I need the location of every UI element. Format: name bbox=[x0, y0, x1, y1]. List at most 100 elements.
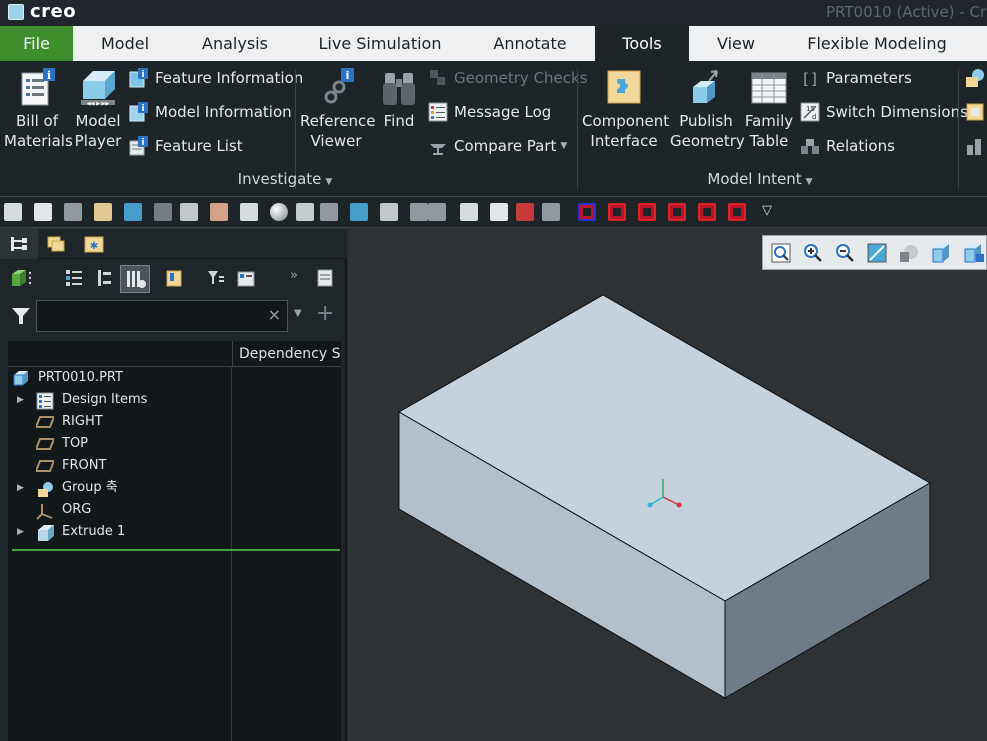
model-information-button[interactable]: i Model Information bbox=[129, 100, 292, 124]
measure-icon[interactable] bbox=[296, 203, 314, 221]
text-icon[interactable] bbox=[490, 203, 508, 221]
investigate-group-label[interactable]: Investigate ▼ bbox=[230, 170, 340, 188]
tab-tools[interactable]: Tools bbox=[595, 26, 689, 61]
part-model[interactable] bbox=[349, 229, 987, 741]
windows-icon[interactable] bbox=[180, 203, 198, 221]
tree-row[interactable]: RIGHT bbox=[8, 411, 232, 433]
reference-viewer-button[interactable]: i Reference Viewer bbox=[300, 61, 376, 151]
feature-list-button[interactable]: i Feature List bbox=[129, 134, 243, 158]
switch-dimensions-label: Switch Dimensions bbox=[826, 103, 968, 121]
tab-flexible-modeling[interactable]: Flexible Modeling bbox=[796, 26, 958, 61]
display-style-6-icon[interactable] bbox=[728, 203, 746, 221]
close-icon[interactable] bbox=[124, 203, 142, 221]
point-display-icon[interactable] bbox=[542, 203, 560, 221]
extra-tool-icon[interactable] bbox=[964, 101, 986, 123]
display-style-4-icon[interactable] bbox=[668, 203, 686, 221]
new-icon[interactable] bbox=[34, 203, 52, 221]
saved-views-icon[interactable] bbox=[428, 203, 446, 221]
favorites-tab[interactable]: ✱ bbox=[76, 229, 114, 259]
plane-icon[interactable] bbox=[410, 203, 428, 221]
tree-filters-icon[interactable] bbox=[206, 268, 226, 288]
curve-icon[interactable] bbox=[350, 203, 368, 221]
refit-icon[interactable] bbox=[771, 243, 791, 263]
clear-filter-icon[interactable]: × bbox=[268, 305, 281, 324]
tree-row[interactable]: ORG bbox=[8, 499, 232, 521]
tab-annotate[interactable]: Annotate bbox=[482, 26, 578, 61]
message-log-button[interactable]: Message Log bbox=[428, 100, 551, 124]
relations-button[interactable]: Relations bbox=[800, 134, 895, 158]
compare-part-button[interactable]: Compare Part ▼ bbox=[428, 134, 567, 158]
tree-columns-toggle[interactable] bbox=[120, 265, 150, 293]
display-style-2-icon[interactable] bbox=[608, 203, 626, 221]
appearance-icon[interactable] bbox=[270, 203, 288, 221]
zoom-out-icon[interactable] bbox=[835, 243, 855, 263]
redo-icon[interactable] bbox=[154, 203, 172, 221]
display-style-1-icon[interactable] bbox=[578, 203, 596, 221]
datum-display-icon[interactable] bbox=[320, 203, 338, 221]
tab-view[interactable]: View bbox=[704, 26, 768, 61]
graphics-window[interactable] bbox=[349, 229, 987, 741]
model-information-label: Model Information bbox=[155, 103, 292, 121]
edit-icon[interactable] bbox=[240, 203, 258, 221]
close-window-icon[interactable] bbox=[460, 203, 478, 221]
chevron-down-icon[interactable]: ▼ bbox=[294, 308, 302, 319]
folder-browser-tab[interactable] bbox=[38, 229, 76, 259]
bill-of-materials-button[interactable]: i Bill of Materials bbox=[4, 61, 73, 151]
display-style-5-icon[interactable] bbox=[698, 203, 716, 221]
model-player-button[interactable]: ◀◀ ▶ ▶▶ Model Player bbox=[70, 61, 126, 151]
tree-item-label: Extrude 1 bbox=[62, 524, 126, 539]
expand-arrow-icon[interactable]: ▶ bbox=[17, 389, 24, 411]
geometry-checks-button[interactable]: Geometry Checks bbox=[428, 66, 588, 90]
dependency-status-column-header[interactable]: Dependency Sta bbox=[232, 341, 341, 367]
saved-orientations-icon[interactable] bbox=[931, 243, 951, 263]
bookmark-icon[interactable] bbox=[164, 268, 184, 288]
tree-row[interactable]: FRONT bbox=[8, 455, 232, 477]
repaint-icon[interactable] bbox=[867, 243, 887, 263]
expand-arrow-icon[interactable]: ▶ bbox=[17, 521, 24, 543]
tree-settings-icon[interactable] bbox=[236, 268, 256, 288]
regenerate-icon[interactable] bbox=[4, 203, 22, 221]
overflow-icon[interactable]: ▽ bbox=[758, 203, 776, 221]
rename-icon[interactable] bbox=[210, 203, 228, 221]
no-hidden-icon[interactable] bbox=[380, 203, 398, 221]
model-tree-tab[interactable] bbox=[0, 229, 38, 259]
extra-tool-icon[interactable] bbox=[964, 135, 986, 157]
zoom-in-icon[interactable] bbox=[803, 243, 823, 263]
tree-row[interactable]: TOP bbox=[8, 433, 232, 455]
axis-display-icon[interactable] bbox=[516, 203, 534, 221]
show-icon[interactable] bbox=[10, 268, 32, 288]
display-style-icon[interactable] bbox=[899, 243, 919, 263]
tab-live-simulation[interactable]: Live Simulation bbox=[306, 26, 454, 61]
find-button[interactable]: Find bbox=[374, 61, 424, 131]
switch-dimensions-button[interactable]: 15 d Switch Dimensions bbox=[800, 100, 968, 124]
detailed-view-icon[interactable] bbox=[316, 268, 336, 288]
tab-file[interactable]: File bbox=[0, 26, 73, 61]
component-interface-button[interactable]: Component Interface bbox=[582, 61, 670, 151]
model-intent-group-label[interactable]: Model Intent ▼ bbox=[700, 170, 820, 188]
expand-all-icon[interactable] bbox=[64, 268, 84, 288]
extra-tool-icon[interactable] bbox=[964, 67, 986, 89]
parameters-button[interactable]: [] Parameters bbox=[800, 66, 912, 90]
named-views-icon[interactable] bbox=[963, 243, 984, 263]
insert-here-indicator[interactable] bbox=[12, 549, 340, 551]
feature-list-label: Feature List bbox=[155, 137, 243, 155]
model-tree-search-input[interactable]: × bbox=[36, 300, 288, 332]
display-style-3-icon[interactable] bbox=[638, 203, 656, 221]
tab-model[interactable]: Model bbox=[85, 26, 165, 61]
add-icon[interactable]: + bbox=[316, 301, 334, 326]
collapse-all-icon[interactable] bbox=[94, 268, 114, 288]
publish-geometry-button[interactable]: Publish Geometry bbox=[670, 61, 745, 151]
relations-icon bbox=[800, 136, 820, 156]
tree-row[interactable]: ▶ Group 축 bbox=[8, 477, 232, 499]
component-interface-label-1: Component bbox=[582, 112, 670, 130]
open-icon[interactable] bbox=[94, 203, 112, 221]
tab-analysis[interactable]: Analysis bbox=[190, 26, 280, 61]
tree-row[interactable]: ▶ Extrude 1 bbox=[8, 521, 232, 543]
tree-row[interactable]: ▶ Design Items bbox=[8, 389, 232, 411]
expand-arrow-icon[interactable]: ▶ bbox=[17, 477, 24, 499]
save-icon[interactable] bbox=[64, 203, 82, 221]
family-table-button[interactable]: Family Table bbox=[744, 61, 794, 151]
tree-row[interactable]: PRT0010.PRT bbox=[8, 367, 232, 389]
feature-information-button[interactable]: i Feature Information bbox=[129, 66, 303, 90]
chevron-right-icon[interactable]: » bbox=[290, 268, 310, 288]
